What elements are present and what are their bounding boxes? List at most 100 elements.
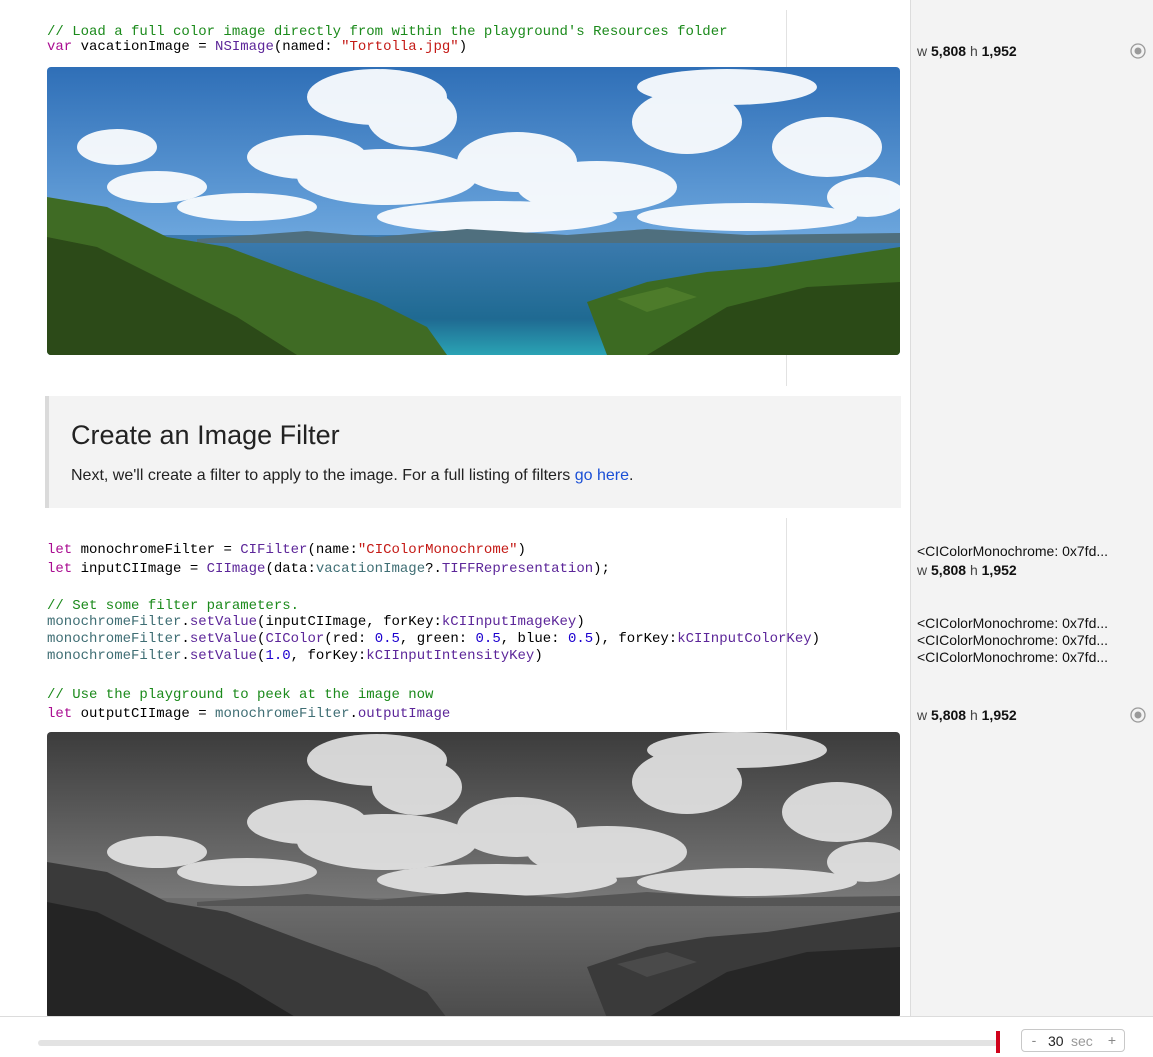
height-label: h <box>969 707 978 723</box>
duration-value: 30 <box>1048 1033 1064 1049</box>
result-object[interactable]: <CIColorMonochrome: 0x7fd... <box>917 615 1108 631</box>
increment-button[interactable]: + <box>1104 1032 1120 1048</box>
type-name: CIColor <box>265 631 325 647</box>
arguments: ), forKey: <box>593 631 678 647</box>
keyword: var <box>47 39 73 55</box>
punctuation: ) <box>458 39 468 55</box>
markup-doc-block: Create an Image Filter Next, we'll creat… <box>45 396 901 508</box>
output-image-preview[interactable] <box>47 732 900 1018</box>
string-literal: "CIColorMonochrome" <box>357 542 518 558</box>
comment: // Load a full color image directly from… <box>47 24 728 40</box>
code-line-vacation-image[interactable]: var vacationImage = NSImage(named: "Tort… <box>47 40 467 54</box>
result-size[interactable]: w 5,808 h 1,952 <box>917 707 1017 723</box>
punctuation: . <box>349 706 358 722</box>
keyword: let <box>47 706 73 722</box>
code-line-set-image[interactable]: monochromeFilter.setValue(inputCIImage, … <box>47 615 585 629</box>
punctuation: (named: <box>273 39 342 55</box>
gutter <box>0 0 36 1016</box>
variable: monochromeFilter <box>47 648 182 664</box>
code-line-input-ciimage[interactable]: let inputCIImage = CIImage(data:vacation… <box>47 562 610 576</box>
code-comment-line[interactable]: // Use the playground to peek at the ima… <box>47 688 433 702</box>
arguments: , green: <box>399 631 476 647</box>
property: TIFFRepresentation <box>441 561 594 577</box>
color-landscape-photo <box>47 67 900 355</box>
result-object[interactable]: <CIColorMonochrome: 0x7fd... <box>917 543 1108 559</box>
identifier: inputCIImage = <box>72 561 207 577</box>
type-name: NSImage <box>215 39 274 55</box>
height-value: 1,952 <box>981 707 1017 723</box>
code-line-set-intensity[interactable]: monochromeFilter.setValue(1.0, forKey:kC… <box>47 649 543 663</box>
method: setValue <box>189 631 258 647</box>
arguments: (inputCIImage, forKey: <box>257 614 442 630</box>
code-editor[interactable]: // Load a full color image directly from… <box>0 0 910 1018</box>
variable: vacationImage <box>315 561 426 577</box>
width-value: 5,808 <box>931 562 967 578</box>
identifier: vacationImage = <box>72 39 216 55</box>
code-comment-line[interactable]: // Load a full color image directly from… <box>47 25 728 39</box>
vacation-image-preview[interactable] <box>47 67 900 355</box>
width-label: w <box>917 707 928 723</box>
punctuation: ?. <box>425 561 442 577</box>
width-value: 5,808 <box>931 43 967 59</box>
punctuation: ) <box>811 631 821 647</box>
result-size[interactable]: w 5,808 h 1,952 <box>917 562 1017 578</box>
code-line-monochrome-filter[interactable]: let monochromeFilter = CIFilter(name:"CI… <box>47 543 526 557</box>
type-name: CIImage <box>206 561 266 577</box>
string-literal: "Tortolla.jpg" <box>341 39 459 55</box>
punctuation: . <box>181 648 190 664</box>
duration-unit: sec <box>1071 1033 1093 1049</box>
method: setValue <box>189 648 258 664</box>
go-here-link[interactable]: go here <box>575 467 629 484</box>
result-object[interactable]: <CIColorMonochrome: 0x7fd... <box>917 632 1108 648</box>
type-name: CIFilter <box>240 542 308 558</box>
arguments: (red: <box>324 631 375 647</box>
code-comment-line[interactable]: // Set some filter parameters. <box>47 599 299 613</box>
quicklook-eye-icon[interactable] <box>1130 707 1146 723</box>
timeline-bar: - 30 sec + <box>0 1016 1153 1057</box>
doc-text-end: . <box>628 467 634 484</box>
number: 1.0 <box>265 648 291 664</box>
punctuation: ) <box>517 542 526 558</box>
identifier: monochromeFilter = <box>72 542 241 558</box>
identifier: outputCIImage = <box>72 706 216 722</box>
doc-text: Next, we'll create a filter to apply to … <box>71 467 575 484</box>
variable: monochromeFilter <box>47 614 182 630</box>
punctuation: ) <box>576 614 585 630</box>
property: outputImage <box>357 706 451 722</box>
height-label: h <box>969 562 978 578</box>
arguments: , forKey: <box>290 648 367 664</box>
results-sidebar <box>910 0 1153 1016</box>
width-value: 5,808 <box>931 707 967 723</box>
keyword: let <box>47 561 73 577</box>
width-label: w <box>917 562 928 578</box>
punctuation: . <box>181 631 190 647</box>
keyword: let <box>47 542 73 558</box>
duration-stepper[interactable]: - 30 sec + <box>1021 1029 1125 1052</box>
constant: kCIInputIntensityKey <box>366 648 535 664</box>
height-value: 1,952 <box>981 562 1017 578</box>
code-line-set-color[interactable]: monochromeFilter.setValue(CIColor(red: 0… <box>47 632 820 646</box>
decrement-button[interactable]: - <box>1026 1032 1042 1048</box>
punctuation: (data: <box>265 561 316 577</box>
variable: monochromeFilter <box>47 631 182 647</box>
constant: kCIInputColorKey <box>677 631 812 647</box>
doc-heading: Create an Image Filter <box>71 420 340 450</box>
punctuation: (name: <box>307 542 358 558</box>
result-object[interactable]: <CIColorMonochrome: 0x7fd... <box>917 649 1108 665</box>
timeline-slider-track[interactable] <box>38 1040 998 1046</box>
width-label: w <box>917 43 928 59</box>
comment: // Set some filter parameters. <box>47 598 300 614</box>
height-value: 1,952 <box>981 43 1017 59</box>
height-label: h <box>969 43 978 59</box>
code-line-output-ciimage[interactable]: let outputCIImage = monochromeFilter.out… <box>47 707 450 721</box>
grayscale-landscape-photo <box>47 732 900 1018</box>
quicklook-eye-icon[interactable] <box>1130 43 1146 59</box>
method: setValue <box>189 614 258 630</box>
number: 0.5 <box>374 631 400 647</box>
timeline-playhead[interactable] <box>996 1031 1000 1053</box>
number: 0.5 <box>475 631 501 647</box>
comment: // Use the playground to peek at the ima… <box>47 687 434 703</box>
result-size[interactable]: w 5,808 h 1,952 <box>917 43 1017 59</box>
number: 0.5 <box>567 631 594 647</box>
doc-paragraph: Next, we'll create a filter to apply to … <box>71 467 633 485</box>
